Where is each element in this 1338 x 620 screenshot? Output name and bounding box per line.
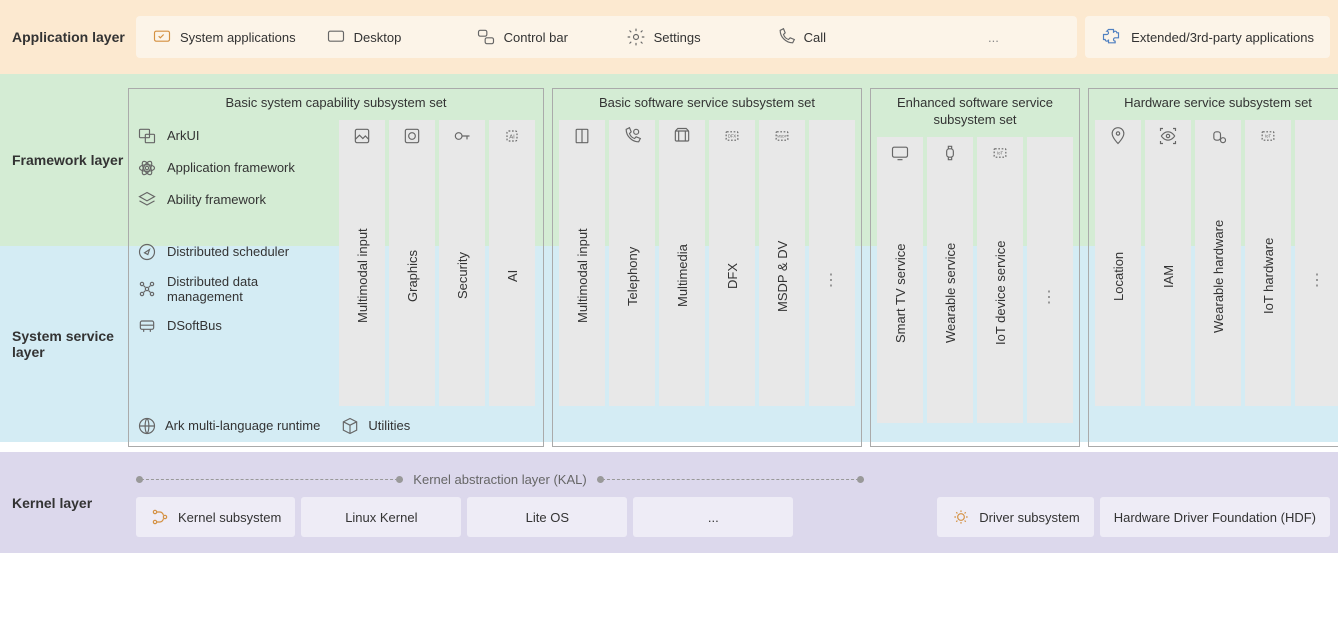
bus-icon: [137, 316, 157, 336]
system-applications-label: System applications: [180, 30, 296, 45]
app-framework-item: Application framework: [135, 152, 335, 184]
kernel-subsystem-box: Kernel subsystem: [136, 497, 295, 537]
extended-apps-box: Extended/3rd-party applications: [1085, 16, 1330, 58]
kernel-layer: Kernel layer Kernel abstraction layer (K…: [0, 452, 1338, 553]
svg-text:IoT: IoT: [1265, 134, 1271, 139]
kernel-layer-label: Kernel layer: [0, 460, 128, 545]
ai-icon: AI: [502, 126, 522, 146]
compass-icon: [137, 242, 157, 262]
basic-capability-subsystem: Basic system capability subsystem set Ar…: [128, 88, 544, 447]
graphics-icon: [402, 126, 422, 146]
call-item: Call: [776, 27, 896, 47]
iam-column: IAM: [1145, 120, 1191, 406]
control-bar-icon: [476, 27, 496, 47]
ark-runtime-item: Ark multi-language runtime: [137, 416, 320, 436]
enhanced-software-subsystem: Enhanced software service subsystem set …: [870, 88, 1080, 447]
book-icon: [572, 126, 592, 146]
framework-service-wrapper: Framework layer System service layer Bas…: [0, 74, 1338, 442]
iot-icon: IoT: [990, 143, 1010, 163]
security-column: Security: [439, 120, 485, 406]
graphics-column: Graphics: [389, 120, 435, 406]
branch-icon: [150, 507, 170, 527]
svg-text:IoT: IoT: [997, 150, 1003, 155]
multimedia-column: Multimedia: [659, 120, 705, 406]
desktop-icon: [326, 27, 346, 47]
telephony-icon: [622, 126, 642, 146]
multimodal-input-column-2: Multimodal input: [559, 120, 605, 406]
atom-icon: [137, 158, 157, 178]
arkui-icon: [137, 126, 157, 146]
basic-software-title: Basic software service subsystem set: [559, 93, 855, 120]
system-applications-box: System applications Desktop Control bar …: [136, 16, 1077, 58]
software-more-column: ⋮: [809, 120, 855, 406]
application-layer: Application layer System applications De…: [0, 0, 1338, 74]
multimodal-input-column: Multimodal input: [339, 120, 385, 406]
arkui-item: ArkUI: [135, 120, 335, 152]
extended-apps-label: Extended/3rd-party applications: [1131, 30, 1314, 45]
lite-os-box: Lite OS: [467, 497, 627, 537]
iot-hw-icon: IoT: [1258, 126, 1278, 146]
wearable-hardware-column: Wearable hardware: [1195, 120, 1241, 406]
cpu-gear-icon: [951, 507, 971, 527]
globe-icon: [137, 416, 157, 436]
monitor-icon: [152, 27, 172, 47]
cube-icon: [340, 416, 360, 436]
wearable-service-column: Wearable service: [927, 137, 973, 423]
distributed-scheduler-item: Distributed scheduler: [135, 236, 335, 268]
basic-software-subsystem: Basic software service subsystem set Mul…: [552, 88, 862, 447]
image-icon: [352, 126, 372, 146]
hardware-service-title: Hardware service subsystem set: [1095, 93, 1338, 120]
service-layer-label: System service layer: [0, 246, 128, 442]
watch-icon: [940, 143, 960, 163]
application-layer-label: Application layer: [0, 8, 128, 66]
driver-subsystem-group: Driver subsystem Hardware Driver Foundat…: [937, 497, 1330, 537]
key-icon: [452, 126, 472, 146]
watch-gear-icon: [1208, 126, 1228, 146]
telephony-column: Telephony: [609, 120, 655, 406]
kal-label: Kernel abstraction layer (KAL): [413, 472, 586, 487]
app-ellipsis: ...: [926, 30, 1062, 45]
tv-icon: [890, 143, 910, 163]
puzzle-icon: [1101, 27, 1121, 47]
eye-scan-icon: [1158, 126, 1178, 146]
basic-capability-title: Basic system capability subsystem set: [135, 93, 537, 120]
kernel-ellipsis-box: ...: [633, 497, 793, 537]
smart-tv-column: Smart TV service: [877, 137, 923, 423]
iot-device-column: IoTIoT device service: [977, 137, 1023, 423]
location-icon: [1108, 126, 1128, 146]
framework-layer-label: Framework layer: [0, 74, 128, 246]
gear-icon: [626, 27, 646, 47]
layers-icon: [137, 190, 157, 210]
kernel-subsystem-group: Kernel subsystem Linux Kernel Lite OS ..…: [136, 497, 793, 537]
enhanced-software-title: Enhanced software service subsystem set: [877, 93, 1073, 137]
settings-item: Settings: [626, 27, 746, 47]
msdp-column: MSDPMSDP & DV: [759, 120, 805, 406]
distributed-data-item: Distributed data management: [135, 268, 335, 310]
svg-text:AI: AI: [509, 134, 515, 140]
msdp-icon: MSDP: [772, 126, 792, 146]
control-bar-item: Control bar: [476, 27, 596, 47]
driver-subsystem-box: Driver subsystem: [937, 497, 1093, 537]
ai-column: AIAI: [489, 120, 535, 406]
iot-hardware-column: IoTIoT hardware: [1245, 120, 1291, 406]
ability-framework-item: Ability framework: [135, 184, 335, 216]
dfx-column: DFXDFX: [709, 120, 755, 406]
utilities-item: Utilities: [340, 416, 410, 436]
svg-text:DFX: DFX: [728, 134, 737, 139]
phone-icon: [776, 27, 796, 47]
kal-header: Kernel abstraction layer (KAL): [136, 468, 864, 497]
system-applications-item: System applications: [152, 27, 296, 47]
linux-kernel-box: Linux Kernel: [301, 497, 461, 537]
hardware-service-subsystem: Hardware service subsystem set Location …: [1088, 88, 1338, 447]
network-icon: [137, 279, 157, 299]
desktop-item: Desktop: [326, 27, 446, 47]
multimedia-icon: [672, 126, 692, 146]
dfx-icon: DFX: [722, 126, 742, 146]
location-column: Location: [1095, 120, 1141, 406]
svg-text:MSDP: MSDP: [777, 135, 787, 139]
dsoftbus-item: DSoftBus: [135, 310, 335, 342]
hdf-box: Hardware Driver Foundation (HDF): [1100, 497, 1330, 537]
hardware-more-column: ⋮: [1295, 120, 1338, 406]
enhanced-more-column: ⋮: [1027, 137, 1073, 423]
